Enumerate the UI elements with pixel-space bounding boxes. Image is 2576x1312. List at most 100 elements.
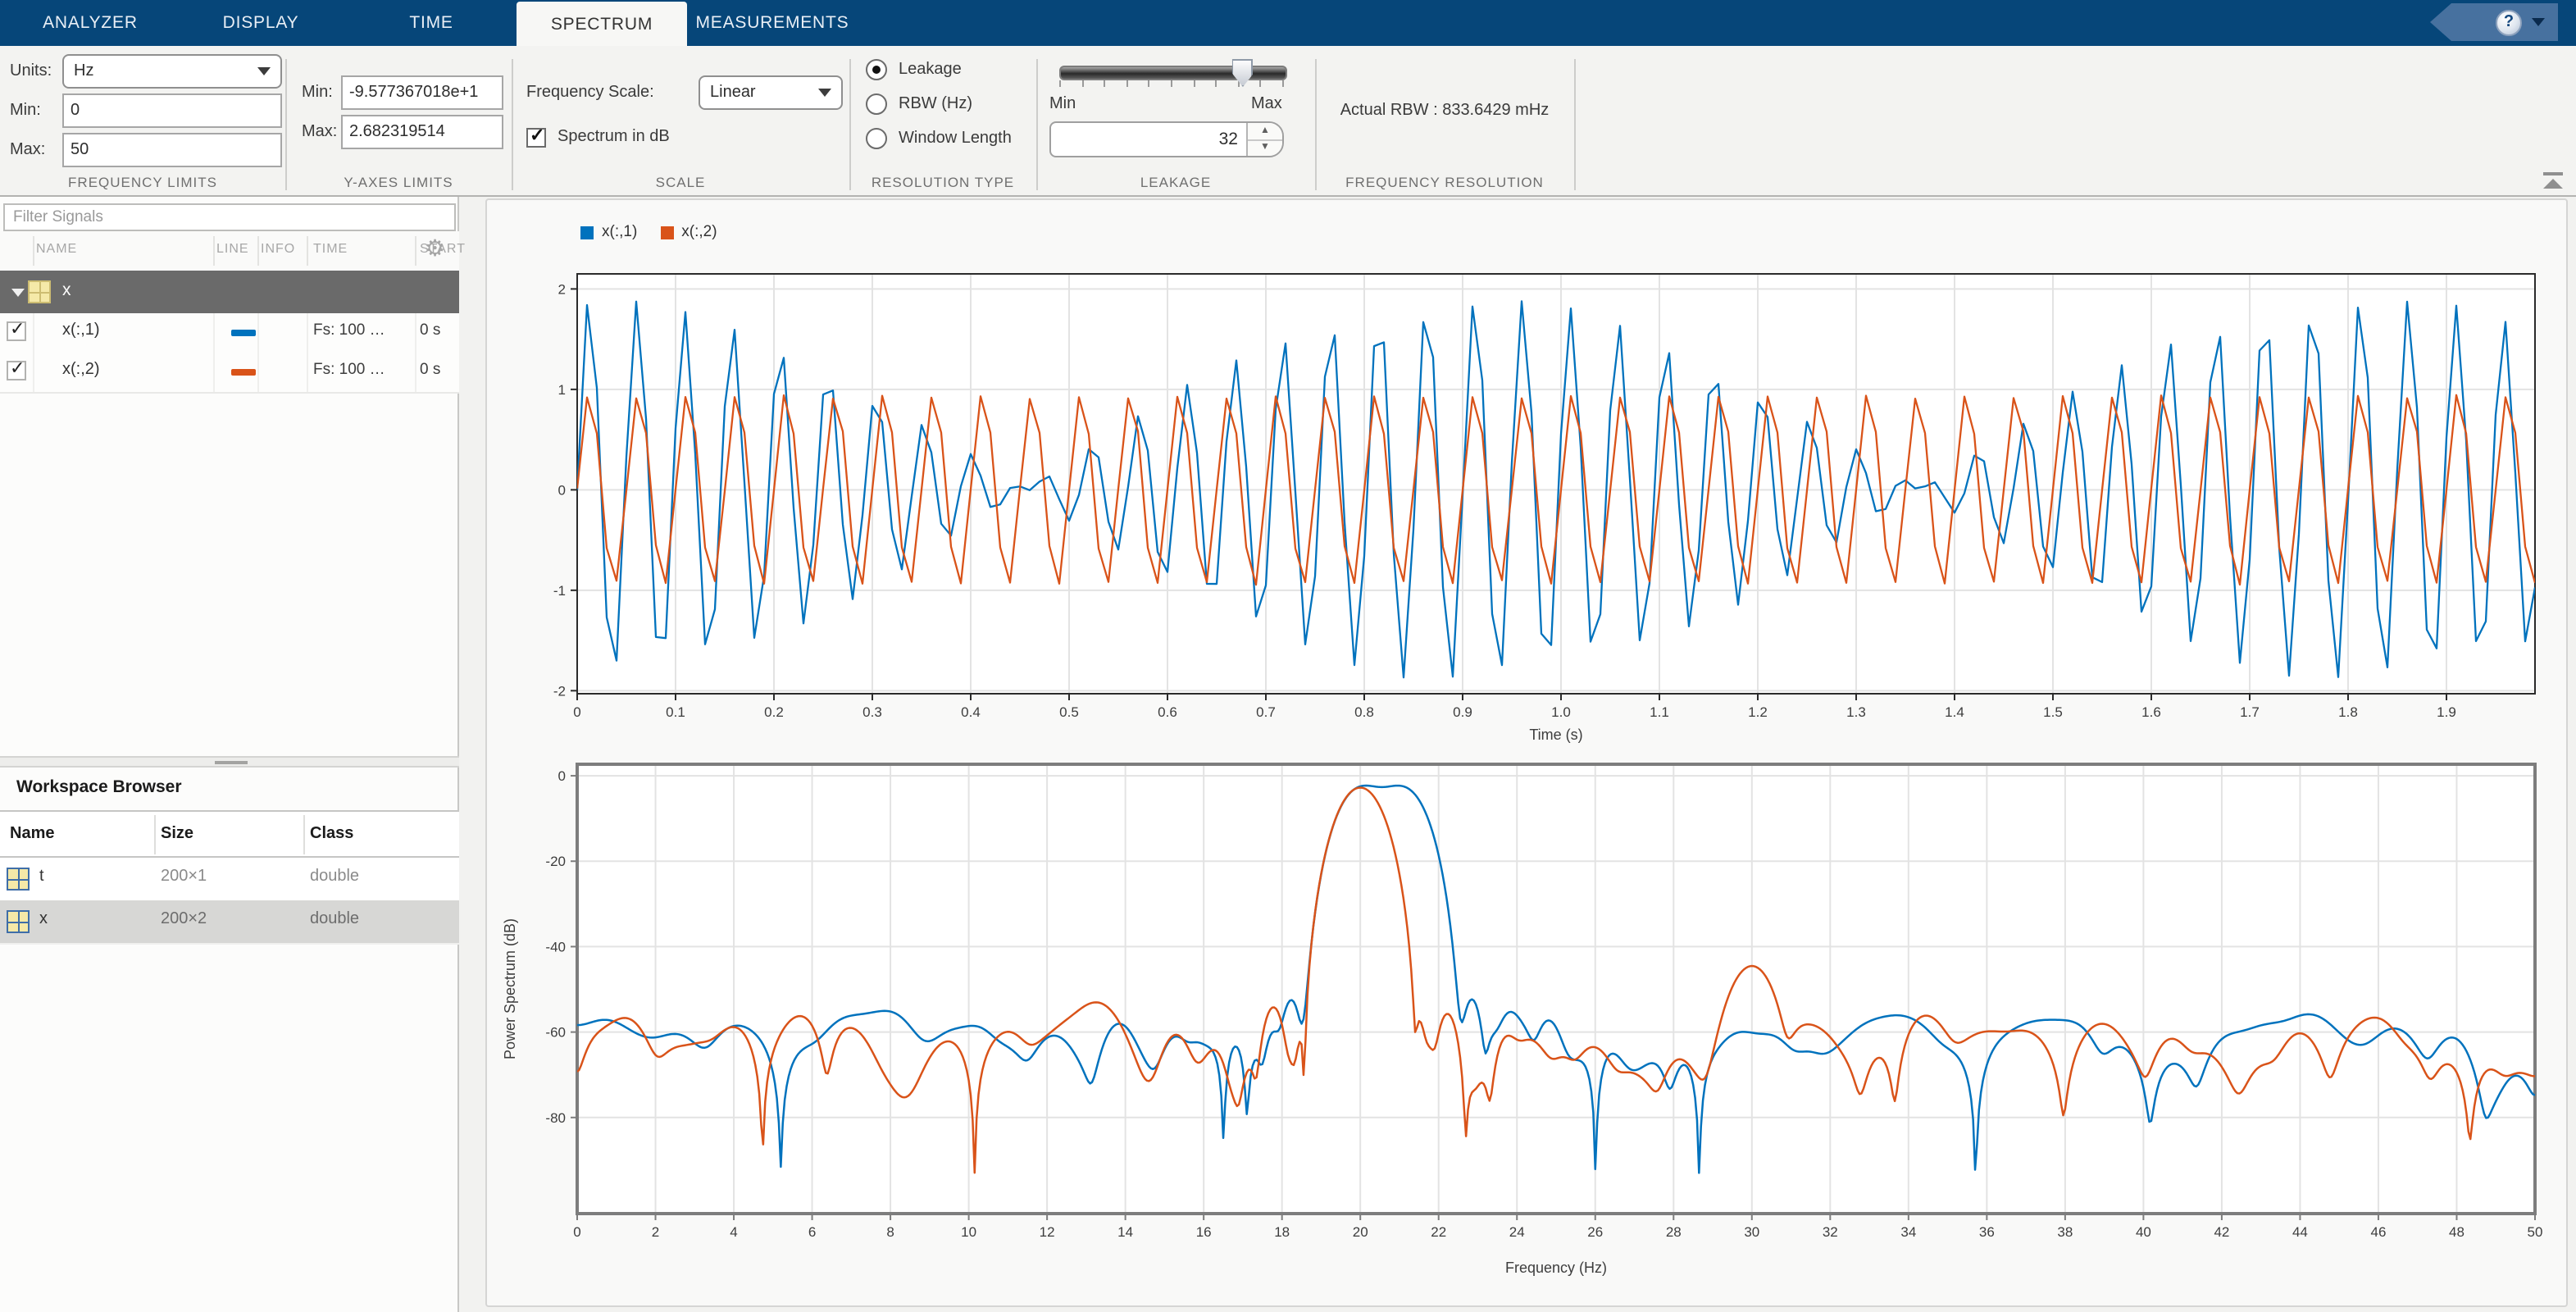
svg-text:0.6: 0.6 (1158, 704, 1177, 720)
svg-text:1.4: 1.4 (1945, 704, 1964, 720)
leakage-value-field[interactable] (1051, 123, 1246, 156)
signal-table-header: ⚙ NAMELINEINFOTIMESTART (0, 231, 459, 272)
column-header-line[interactable]: LINE (216, 241, 249, 256)
svg-text:16: 16 (1196, 1224, 1212, 1240)
svg-text:-20: -20 (545, 854, 566, 869)
svg-text:1.5: 1.5 (2043, 704, 2063, 720)
frequency-scale-select[interactable]: Linear (699, 75, 843, 110)
svg-text:0: 0 (573, 704, 580, 720)
radio-label: Leakage (899, 61, 962, 79)
spectrum-in-db-checkbox[interactable]: ✓ (526, 128, 546, 148)
signal-name: x(:,1) (62, 321, 100, 339)
ws-column-header-name[interactable]: Name (10, 825, 55, 843)
freq-max-field[interactable] (62, 133, 282, 167)
svg-text:30: 30 (1744, 1224, 1759, 1240)
spinner-buttons: ▲ ▼ (1246, 123, 1282, 156)
ws-column-header-class[interactable]: Class (310, 825, 353, 843)
section-title-resolution-type: RESOLUTION TYPE (849, 174, 1036, 195)
tab-display[interactable]: DISPLAY (175, 0, 346, 46)
matrix-icon (8, 869, 28, 889)
workspace-row-x[interactable]: x200×2double (0, 900, 459, 945)
collapse-triangle-icon[interactable] (11, 289, 25, 297)
section-title-leakage: LEAKAGE (1036, 174, 1315, 195)
svg-text:8: 8 (886, 1224, 894, 1240)
column-header-start[interactable]: START (420, 241, 466, 256)
radio-leakage[interactable]: Leakage (866, 52, 1030, 87)
ribbon-divider (1574, 59, 1576, 190)
svg-text:34: 34 (1900, 1224, 1916, 1240)
leakage-spinner: ▲ ▼ (1049, 121, 1284, 157)
freq-max-label: Max: (10, 133, 45, 167)
leakage-min-label: Min (1049, 87, 1076, 121)
signal-group-row[interactable]: x (0, 271, 459, 313)
collapse-toolstrip-icon[interactable] (2543, 172, 2563, 189)
units-label: Units: (10, 54, 52, 89)
radio-label: RBW (Hz) (899, 95, 972, 113)
svg-text:0.7: 0.7 (1256, 704, 1276, 720)
line-swatch-icon[interactable] (231, 369, 256, 376)
svg-text:20: 20 (1353, 1224, 1368, 1240)
svg-text:4: 4 (730, 1224, 737, 1240)
svg-text:1.2: 1.2 (1748, 704, 1768, 720)
svg-text:6: 6 (808, 1224, 816, 1240)
frequency-scale-value: Linear (710, 84, 756, 102)
radio-rbw-hz-[interactable]: RBW (Hz) (866, 87, 1030, 121)
signal-start: 0 s (420, 321, 440, 339)
spinner-down-icon[interactable]: ▼ (1248, 140, 1282, 156)
svg-text:44: 44 (2292, 1224, 2308, 1240)
ribbon-divider (1315, 59, 1317, 190)
help-icon[interactable]: ? (2496, 9, 2522, 35)
svg-text:0.3: 0.3 (862, 704, 882, 720)
signal-row-x(:,2)[interactable]: ✓x(:,2)Fs: 100 …0 s (0, 353, 459, 394)
yaxes-min-field[interactable] (341, 75, 503, 110)
check-icon: ✓ (10, 358, 25, 379)
chevron-down-icon (257, 67, 271, 75)
svg-text:Time (s): Time (s) (1529, 727, 1582, 743)
column-header-time[interactable]: TIME (313, 241, 348, 256)
spectrum-in-db-label: Spectrum in dB (558, 120, 670, 154)
freq-min-field[interactable] (62, 93, 282, 128)
yaxes-max-field[interactable] (341, 115, 503, 149)
help-dropdown-caret[interactable] (2532, 18, 2545, 26)
svg-text:0.2: 0.2 (764, 704, 784, 720)
tab-measurements[interactable]: MEASUREMENTS (687, 0, 858, 46)
leakage-slider-ticks (1059, 80, 1284, 87)
display-panel[interactable]: x(:,1)x(:,2) 00.10.20.30.40.50.60.70.80.… (485, 198, 2568, 1307)
workspace-browser-title: Workspace Browser (16, 777, 182, 797)
column-header-name[interactable]: NAME (36, 241, 77, 256)
svg-text:22: 22 (1431, 1224, 1446, 1240)
units-select[interactable]: Hz (62, 54, 282, 89)
check-icon: ✓ (10, 318, 25, 339)
signal-panel: ⚙ NAMELINEINFOTIMESTART x ✓x(:,1)Fs: 100… (0, 197, 459, 1312)
spinner-up-icon[interactable]: ▲ (1248, 123, 1282, 140)
svg-text:Power Spectrum (dB): Power Spectrum (dB) (502, 918, 518, 1059)
svg-text:50: 50 (2528, 1224, 2543, 1240)
radio-icon (866, 59, 887, 80)
tab-time[interactable]: TIME (346, 0, 517, 46)
svg-text:0.1: 0.1 (666, 704, 685, 720)
column-header-info[interactable]: INFO (261, 241, 295, 256)
svg-text:32: 32 (1823, 1224, 1838, 1240)
svg-text:26: 26 (1587, 1224, 1603, 1240)
radio-window-length[interactable]: Window Length (866, 121, 1030, 156)
tab-spectrum[interactable]: SPECTRUM (517, 2, 687, 46)
section-title-y-axes-limits: Y-AXES LIMITS (285, 174, 512, 195)
svg-text:24: 24 (1509, 1224, 1525, 1240)
workspace-row-t[interactable]: t200×1double (0, 858, 459, 902)
tab-analyzer[interactable]: ANALYZER (5, 0, 175, 46)
units-value: Hz (74, 62, 93, 80)
svg-text:10: 10 (961, 1224, 976, 1240)
ws-column-header-size[interactable]: Size (161, 825, 193, 843)
filter-signals-input[interactable] (3, 203, 456, 231)
signal-row-x(:,1)[interactable]: ✓ x(:,1) Fs: 100 … 0 s (0, 313, 459, 354)
plots-svg[interactable]: 00.10.20.30.40.50.60.70.80.91.01.11.21.3… (487, 200, 2569, 1305)
signal-time: Fs: 100 … (313, 321, 385, 339)
line-swatch-icon[interactable] (231, 330, 256, 336)
svg-text:1.0: 1.0 (1551, 704, 1571, 720)
signal-checkbox[interactable]: ✓ (7, 361, 26, 380)
svg-text:-60: -60 (545, 1025, 566, 1041)
signal-time: Fs: 100 … (313, 361, 385, 379)
panel-splitter[interactable] (0, 756, 459, 768)
signal-checkbox[interactable]: ✓ (7, 321, 26, 341)
svg-text:18: 18 (1274, 1224, 1290, 1240)
